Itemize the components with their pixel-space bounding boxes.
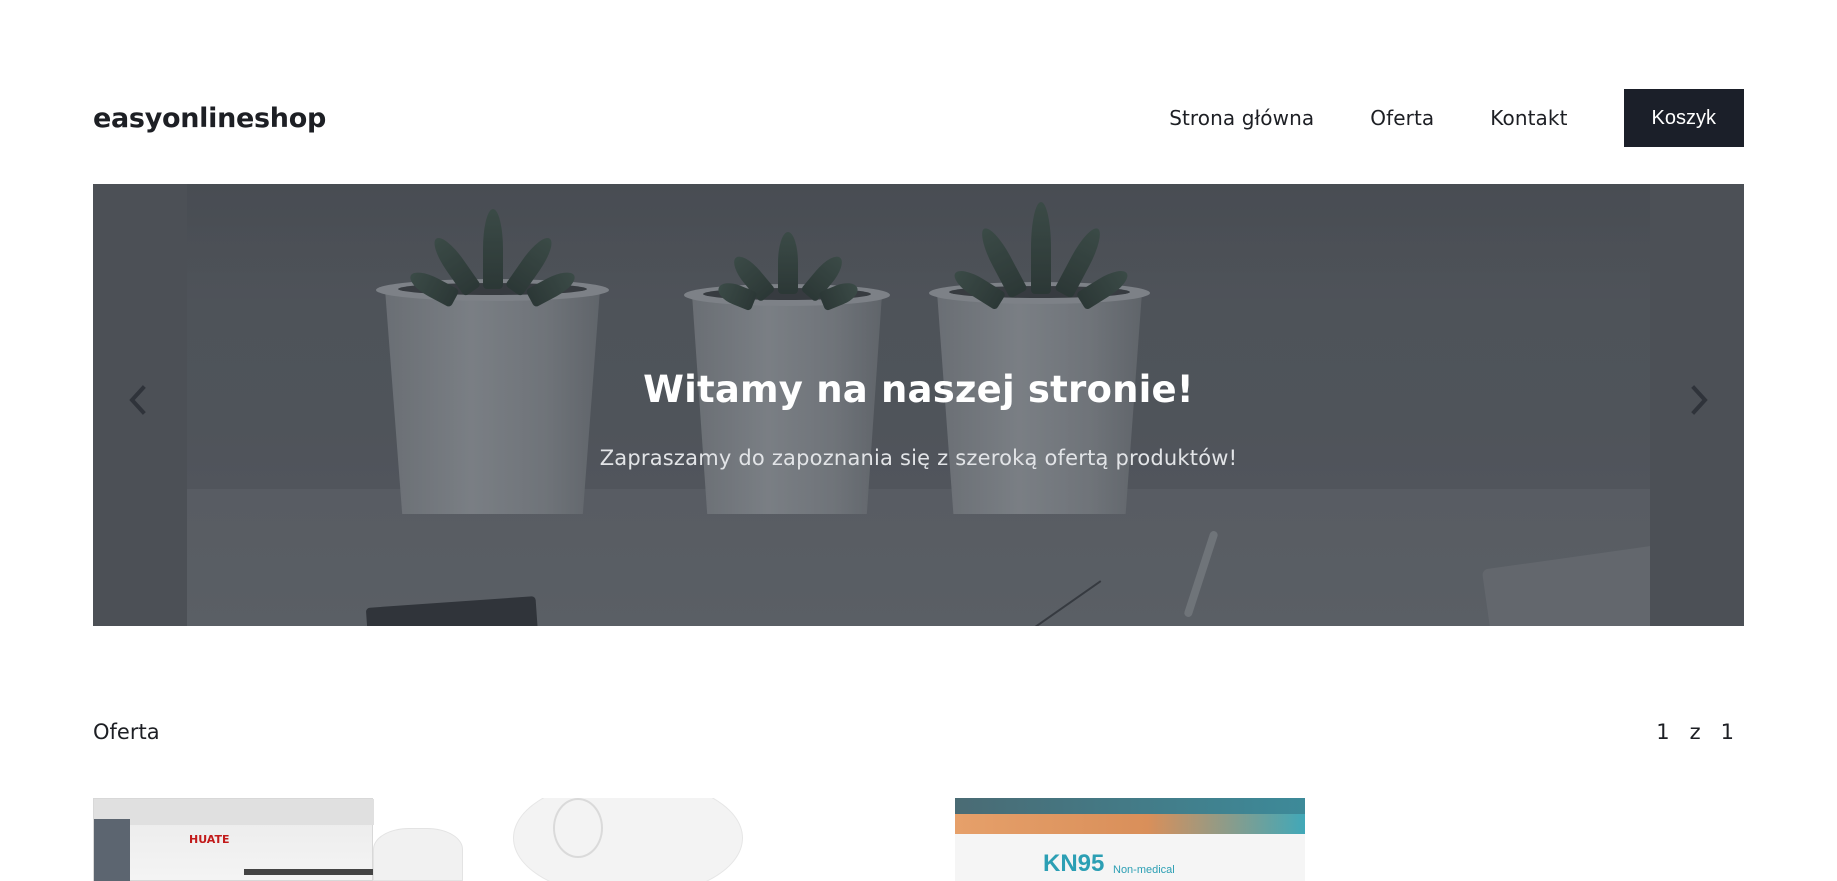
pagination-total[interactable]: 1: [1721, 720, 1734, 744]
product-brand-text: HUATE: [189, 833, 230, 846]
product-card[interactable]: [513, 798, 843, 881]
nav-link-home[interactable]: Strona główna: [1169, 106, 1314, 130]
mask-strap: [553, 798, 603, 858]
nav-link-contact[interactable]: Kontakt: [1490, 106, 1567, 130]
pagination-current[interactable]: 1: [1656, 720, 1669, 744]
box-top: [94, 799, 374, 825]
hero-subtitle: Zapraszamy do zapoznania się z szeroką o…: [599, 446, 1238, 470]
product-image: [513, 798, 743, 881]
carousel-prev-button[interactable]: [118, 380, 158, 420]
product-card[interactable]: KN95 Non-medical: [955, 798, 1305, 881]
site-logo[interactable]: easyonlineshop: [93, 103, 326, 134]
product-subtext: Non-medical: [1113, 864, 1175, 876]
pagination: 1 z 1: [1656, 720, 1744, 744]
product-brand-text: KN95: [1043, 850, 1105, 877]
product-card[interactable]: HUATE: [93, 798, 473, 881]
product-image: HUATE: [93, 798, 374, 881]
box-side: [94, 819, 130, 881]
hero-carousel: Witamy na naszej stronie! Zapraszamy do …: [93, 184, 1744, 626]
box-stripe: [244, 869, 374, 875]
site-header: easyonlineshop Strona główna Oferta Kont…: [93, 89, 1744, 147]
box-stripe: [955, 814, 1305, 834]
main-nav: Strona główna Oferta Kontakt Koszyk: [1169, 89, 1744, 147]
nav-link-offer[interactable]: Oferta: [1370, 106, 1434, 130]
product-grid: HUATE KN95 Non-medical: [93, 798, 1744, 881]
offer-section-header: Oferta 1 z 1: [93, 720, 1744, 744]
carousel-next-button[interactable]: [1679, 380, 1719, 420]
chevron-left-icon: [129, 385, 146, 415]
mask-image: [373, 828, 463, 881]
cart-button[interactable]: Koszyk: [1623, 89, 1744, 147]
offer-title: Oferta: [93, 720, 160, 744]
hero-title: Witamy na naszej stronie!: [643, 368, 1194, 411]
box-top: [955, 798, 1305, 814]
pagination-separator: z: [1689, 720, 1701, 744]
product-image: KN95 Non-medical: [955, 798, 1305, 881]
chevron-right-icon: [1691, 385, 1708, 415]
